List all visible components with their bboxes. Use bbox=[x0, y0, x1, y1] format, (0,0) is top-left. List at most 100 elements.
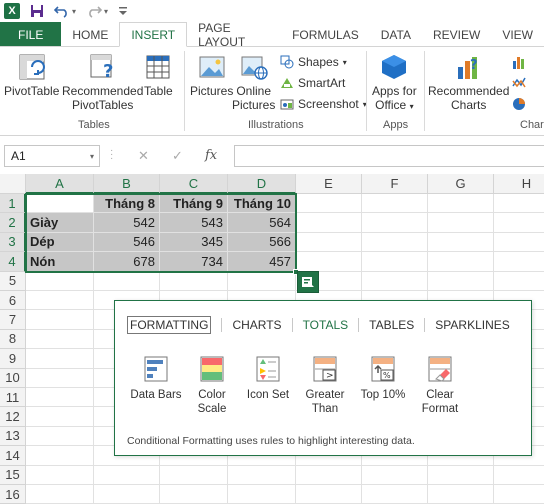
cell[interactable] bbox=[494, 233, 544, 253]
row-header[interactable]: 6 bbox=[0, 291, 26, 311]
row-header[interactable]: 10 bbox=[0, 368, 26, 388]
cell[interactable] bbox=[26, 426, 94, 447]
row-header[interactable]: 5 bbox=[0, 271, 26, 291]
cell[interactable] bbox=[160, 271, 228, 291]
cell[interactable] bbox=[26, 388, 94, 408]
redo-dropdown-icon[interactable]: ▾ bbox=[104, 7, 108, 16]
tab-review[interactable]: REVIEW bbox=[422, 22, 491, 47]
qa-tab-formatting[interactable]: FORMATTING bbox=[125, 316, 223, 334]
cell[interactable] bbox=[494, 272, 544, 291]
tab-home[interactable]: HOME bbox=[61, 22, 119, 47]
tab-file[interactable]: FILE bbox=[0, 22, 62, 47]
cell[interactable]: 566 bbox=[228, 232, 296, 253]
redo-button[interactable]: ▾ bbox=[86, 4, 108, 18]
name-box[interactable]: A1 ▾ bbox=[4, 145, 100, 167]
cell[interactable] bbox=[26, 194, 94, 214]
cell[interactable]: 543 bbox=[160, 213, 228, 233]
cell[interactable] bbox=[428, 232, 494, 253]
cell[interactable]: 542 bbox=[94, 213, 160, 233]
table-button[interactable]: Table bbox=[144, 53, 173, 98]
select-all-corner[interactable] bbox=[0, 174, 26, 194]
cell[interactable]: 564 bbox=[228, 213, 296, 233]
row-header[interactable]: 13 bbox=[0, 426, 26, 447]
name-box-dropdown-icon[interactable]: ▾ bbox=[90, 152, 94, 161]
cell[interactable] bbox=[26, 485, 94, 504]
cell[interactable] bbox=[494, 485, 544, 504]
cell[interactable] bbox=[296, 194, 362, 214]
cell[interactable] bbox=[362, 271, 428, 291]
cell[interactable] bbox=[228, 465, 296, 485]
qa-tab-tables[interactable]: TABLES bbox=[359, 318, 426, 332]
cell[interactable]: Dép bbox=[26, 232, 94, 253]
tab-page-layout[interactable]: PAGE LAYOUT bbox=[187, 21, 281, 49]
row-header[interactable]: 11 bbox=[0, 388, 26, 408]
top-10-percent-option[interactable]: % Top 10% bbox=[353, 355, 413, 402]
clear-format-option[interactable]: Clear Format bbox=[410, 355, 470, 416]
cell[interactable] bbox=[26, 329, 94, 350]
cell[interactable] bbox=[26, 310, 94, 330]
cell[interactable] bbox=[494, 213, 544, 233]
quick-analysis-button[interactable] bbox=[297, 271, 319, 293]
cell[interactable]: Nón bbox=[26, 252, 94, 272]
cell[interactable] bbox=[362, 252, 428, 272]
cell[interactable]: Giày bbox=[26, 213, 94, 233]
formula-bar-grip-icon[interactable]: · · · bbox=[110, 146, 113, 164]
row-header[interactable]: 16 bbox=[0, 485, 26, 504]
column-header[interactable]: F bbox=[362, 174, 428, 194]
cell[interactable] bbox=[26, 465, 94, 485]
formula-input[interactable] bbox=[234, 145, 544, 167]
column-header[interactable]: C bbox=[160, 174, 228, 194]
row-header[interactable]: 9 bbox=[0, 349, 26, 369]
cell[interactable]: 345 bbox=[160, 232, 228, 253]
tab-data[interactable]: DATA bbox=[370, 22, 422, 47]
row-header[interactable]: 8 bbox=[0, 329, 26, 350]
cell[interactable]: Tháng 8 bbox=[94, 194, 160, 214]
cell[interactable] bbox=[94, 485, 160, 504]
cell[interactable] bbox=[296, 485, 362, 504]
cell[interactable] bbox=[428, 271, 494, 291]
cell[interactable] bbox=[26, 407, 94, 427]
cell[interactable] bbox=[296, 213, 362, 233]
column-chart-button[interactable] bbox=[512, 53, 526, 71]
cell[interactable]: 678 bbox=[94, 252, 160, 272]
cell[interactable] bbox=[428, 465, 494, 485]
cell[interactable] bbox=[160, 485, 228, 504]
cell[interactable] bbox=[428, 252, 494, 272]
cell[interactable] bbox=[26, 368, 94, 388]
cell[interactable] bbox=[26, 349, 94, 369]
cell[interactable] bbox=[494, 252, 544, 272]
cell[interactable] bbox=[26, 271, 94, 291]
row-header[interactable]: 7 bbox=[0, 310, 26, 330]
column-header[interactable]: H bbox=[494, 174, 544, 194]
row-header[interactable]: 3 bbox=[0, 232, 26, 253]
column-header[interactable]: A bbox=[26, 174, 94, 194]
cell[interactable] bbox=[494, 466, 544, 485]
smartart-button[interactable]: SmartArt bbox=[280, 74, 345, 92]
cell[interactable] bbox=[362, 232, 428, 253]
cell[interactable] bbox=[296, 465, 362, 485]
qa-tab-sparklines[interactable]: SPARKLINES bbox=[425, 318, 519, 332]
cell[interactable] bbox=[428, 194, 494, 214]
tab-insert[interactable]: INSERT bbox=[119, 22, 188, 47]
cell[interactable]: 734 bbox=[160, 252, 228, 272]
customize-qat-button[interactable] bbox=[118, 5, 128, 17]
column-header[interactable]: B bbox=[94, 174, 160, 194]
cell[interactable] bbox=[494, 194, 544, 214]
row-header[interactable]: 4 bbox=[0, 252, 26, 272]
icon-set-option[interactable]: Icon Set bbox=[238, 355, 298, 402]
cell[interactable]: 457 bbox=[228, 252, 296, 272]
recommended-pivottables-button[interactable]: ? Recommended PivotTables bbox=[62, 53, 143, 112]
row-header[interactable]: 12 bbox=[0, 407, 26, 427]
row-header[interactable]: 14 bbox=[0, 446, 26, 466]
qa-tab-charts[interactable]: CHARTS bbox=[222, 318, 293, 332]
cell[interactable]: 546 bbox=[94, 232, 160, 253]
recommended-charts-button[interactable]: ? Recommended Charts bbox=[428, 53, 509, 112]
cell[interactable] bbox=[362, 485, 428, 504]
pictures-button[interactable]: Pictures bbox=[190, 53, 233, 98]
cell[interactable]: Tháng 10 bbox=[228, 194, 296, 214]
tab-view[interactable]: VIEW bbox=[491, 22, 544, 47]
row-header[interactable]: 15 bbox=[0, 465, 26, 485]
cell[interactable] bbox=[296, 252, 362, 272]
cell[interactable]: Tháng 9 bbox=[160, 194, 228, 214]
cell[interactable] bbox=[228, 271, 296, 291]
